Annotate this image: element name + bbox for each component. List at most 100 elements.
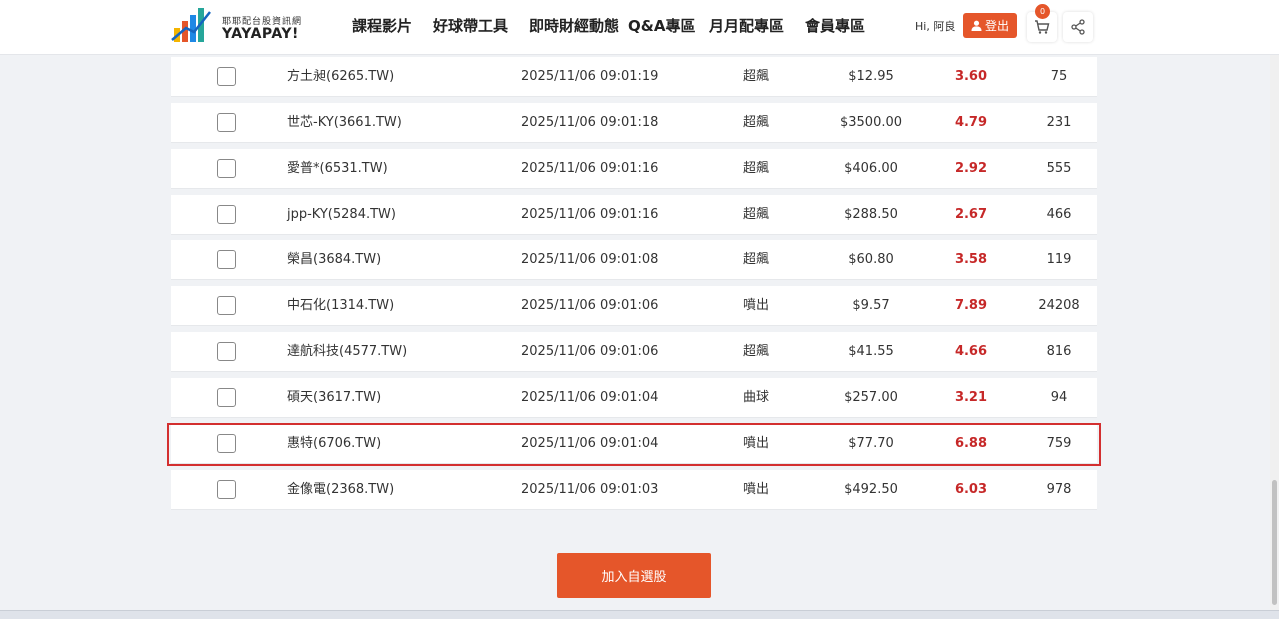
site-header: 耶耶配台股資訊網 YAYAPAY! 課程影片 好球帶工具 即時財經動態 Q&A專… (0, 0, 1279, 55)
signal-type: 超飆 (742, 252, 769, 267)
nav-finance-news[interactable]: 即時財經動態 (529, 15, 619, 36)
signal-time: 2025/11/06 09:01:16 (521, 207, 659, 222)
change-percent: 3.58 (954, 252, 988, 267)
stock-name: 愛普*(6531.TW) (287, 161, 388, 176)
os-taskbar (0, 610, 1279, 619)
scrollbar-thumb[interactable] (1272, 480, 1277, 605)
row-checkbox[interactable] (217, 67, 236, 86)
signal-time: 2025/11/06 09:01:06 (521, 298, 659, 313)
page-scrollbar[interactable] (1270, 55, 1279, 610)
stock-price: $41.55 (848, 344, 894, 359)
nav-course-videos[interactable]: 課程影片 (352, 15, 412, 36)
signal-type: 超飆 (742, 115, 769, 130)
change-percent: 4.79 (954, 115, 988, 130)
table-row: 世芯-KY(3661.TW) 2025/11/06 09:01:18 超飆 $3… (171, 103, 1097, 143)
row-checkbox[interactable] (217, 434, 236, 453)
volume: 231 (1046, 115, 1072, 130)
stock-price: $288.50 (844, 207, 898, 222)
signal-type: 超飆 (742, 69, 769, 84)
signal-time: 2025/11/06 09:01:06 (521, 344, 659, 359)
stock-price: $257.00 (844, 390, 898, 405)
cart-count-badge: 0 (1035, 4, 1050, 19)
table-row: 方土昶(6265.TW) 2025/11/06 09:01:19 超飆 $12.… (171, 57, 1097, 97)
signal-type: 超飆 (742, 161, 769, 176)
stock-name: 中石化(1314.TW) (287, 298, 395, 313)
nav-member[interactable]: 會員專區 (805, 15, 865, 36)
stock-name: 世芯-KY(3661.TW) (287, 115, 402, 130)
volume: 119 (1046, 252, 1072, 267)
volume: 75 (1050, 69, 1068, 84)
volume: 978 (1046, 482, 1072, 497)
signal-type: 噴出 (742, 482, 769, 497)
signal-time: 2025/11/06 09:01:08 (521, 252, 659, 267)
table-row: jpp-KY(5284.TW) 2025/11/06 09:01:16 超飆 $… (171, 195, 1097, 235)
stock-price: $9.57 (852, 298, 890, 313)
user-greeting: Hi, 阿良 (915, 20, 956, 33)
row-checkbox[interactable] (217, 205, 236, 224)
stock-name: jpp-KY(5284.TW) (287, 207, 396, 222)
change-percent: 6.88 (954, 436, 988, 451)
table-row: 金像電(2368.TW) 2025/11/06 09:01:03 噴出 $492… (171, 470, 1097, 510)
stock-price: $60.80 (848, 252, 894, 267)
cart-button[interactable]: 0 (1027, 4, 1057, 42)
table-row: 惠特(6706.TW) 2025/11/06 09:01:04 噴出 $77.7… (171, 424, 1097, 464)
stock-name: 達航科技(4577.TW) (287, 344, 408, 359)
signal-type: 噴出 (742, 436, 769, 451)
cart-icon (1035, 20, 1050, 34)
nav-strike-zone-tools[interactable]: 好球帶工具 (433, 15, 508, 36)
stock-price: $406.00 (844, 161, 898, 176)
row-checkbox[interactable] (217, 388, 236, 407)
share-button[interactable] (1063, 12, 1093, 42)
stock-price: $3500.00 (839, 115, 903, 130)
signal-time: 2025/11/06 09:01:19 (521, 69, 659, 84)
change-percent: 6.03 (954, 482, 988, 497)
stock-name: 金像電(2368.TW) (287, 482, 395, 497)
table-row: 中石化(1314.TW) 2025/11/06 09:01:06 噴出 $9.5… (171, 286, 1097, 326)
change-percent: 2.92 (954, 161, 988, 176)
volume: 94 (1050, 390, 1068, 405)
volume: 466 (1046, 207, 1072, 222)
volume: 816 (1046, 344, 1072, 359)
signal-type: 超飆 (742, 344, 769, 359)
stock-price: $492.50 (844, 482, 898, 497)
logo-bars-icon (171, 8, 211, 42)
stock-name: 榮昌(3684.TW) (287, 252, 382, 267)
signal-time: 2025/11/06 09:01:03 (521, 482, 659, 497)
signal-type: 噴出 (742, 298, 769, 313)
stock-price: $77.70 (848, 436, 894, 451)
table-row: 愛普*(6531.TW) 2025/11/06 09:01:16 超飆 $406… (171, 149, 1097, 189)
signal-type: 曲球 (742, 390, 769, 405)
table-row: 碩天(3617.TW) 2025/11/06 09:01:04 曲球 $257.… (171, 378, 1097, 418)
row-checkbox[interactable] (217, 250, 236, 269)
signal-type: 超飆 (742, 207, 769, 222)
add-to-watchlist-button[interactable]: 加入自選股 (557, 553, 711, 598)
change-percent: 2.67 (954, 207, 988, 222)
row-checkbox[interactable] (217, 113, 236, 132)
user-icon (971, 20, 982, 31)
signal-time: 2025/11/06 09:01:04 (521, 436, 659, 451)
stock-name: 惠特(6706.TW) (287, 436, 382, 451)
row-checkbox[interactable] (217, 159, 236, 178)
table-row: 達航科技(4577.TW) 2025/11/06 09:01:06 超飆 $41… (171, 332, 1097, 372)
change-percent: 7.89 (954, 298, 988, 313)
logout-button[interactable]: 登出 (963, 13, 1017, 38)
stock-name: 碩天(3617.TW) (287, 390, 382, 405)
volume: 759 (1046, 436, 1072, 451)
signal-time: 2025/11/06 09:01:16 (521, 161, 659, 176)
change-percent: 3.21 (954, 390, 988, 405)
logout-label: 登出 (984, 19, 1009, 33)
stock-price: $12.95 (848, 69, 894, 84)
volume: 24208 (1038, 298, 1080, 313)
row-checkbox[interactable] (217, 342, 236, 361)
nav-qa[interactable]: Q&A專區 (628, 15, 695, 36)
row-checkbox[interactable] (217, 296, 236, 315)
volume: 555 (1046, 161, 1072, 176)
stock-name: 方土昶(6265.TW) (287, 69, 395, 84)
table-row: 榮昌(3684.TW) 2025/11/06 09:01:08 超飆 $60.8… (171, 240, 1097, 280)
signal-time: 2025/11/06 09:01:04 (521, 390, 659, 405)
nav-monthly-dividend[interactable]: 月月配專區 (709, 15, 784, 36)
row-checkbox[interactable] (217, 480, 236, 499)
signal-time: 2025/11/06 09:01:18 (521, 115, 659, 130)
share-icon (1071, 19, 1085, 35)
site-logo[interactable]: 耶耶配台股資訊網 YAYAPAY! (170, 6, 320, 46)
